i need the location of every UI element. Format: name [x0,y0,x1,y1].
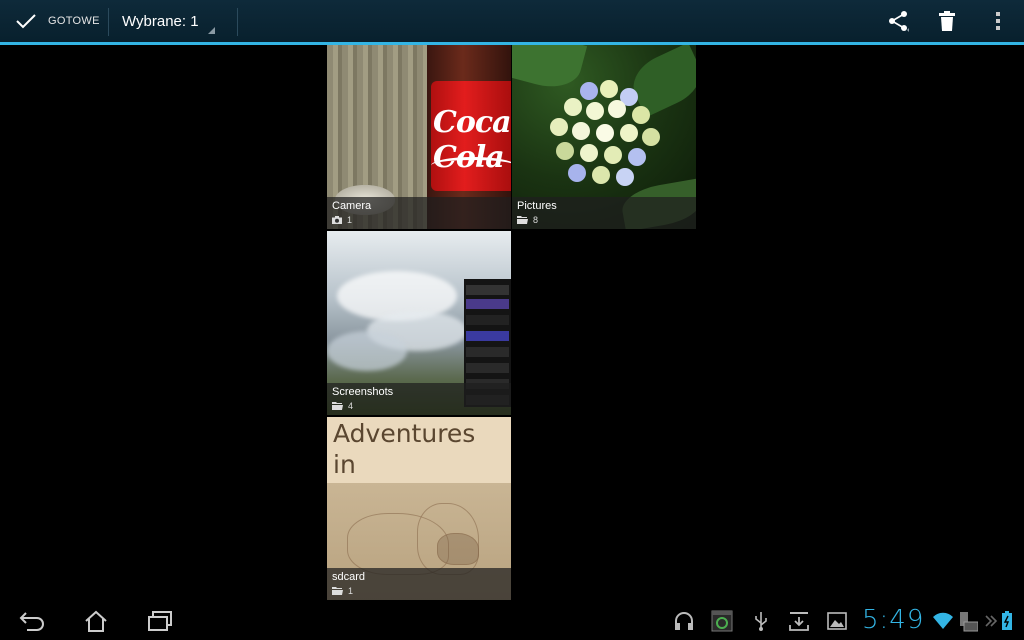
album-meta: 1 [332,586,353,596]
headphones-notification[interactable] [671,608,697,634]
album-meta: 4 [332,401,353,411]
overflow-menu-button[interactable] [976,0,1020,42]
book-title-line1: Adventures [333,419,476,448]
album-tile-camera[interactable]: Coca-Cola Camera 1 [327,45,511,229]
action-bar: GOTOWE Wybrane: 1 [0,0,1024,45]
album-label-bar: Pictures 8 [512,197,696,229]
album-name: Pictures [517,200,557,212]
headphones-icon [675,612,693,630]
done-button[interactable]: GOTOWE [8,0,104,42]
folder-icon [332,402,343,410]
thumbnail-detail [327,331,407,371]
selection-dropdown[interactable]: Wybrane: 1 [110,0,222,42]
share-icon [889,11,909,32]
recent-apps-icon [148,611,172,631]
dropdown-arrow-icon [208,27,215,34]
bottle-logo-text: Coca-Cola [433,105,511,175]
album-count: 1 [348,586,354,596]
album-label-bar: Camera 1 [327,197,511,229]
gallery-notification[interactable] [824,608,850,634]
screenshot-app-notification[interactable] [709,608,735,634]
check-icon [16,14,36,29]
usb-notification[interactable] [748,608,774,634]
album-name: Screenshots [332,386,394,398]
folder-icon [517,216,528,224]
system-bar: 5:49 [0,600,1024,640]
selection-title: Wybrane: 1 [122,13,199,30]
album-count: 8 [533,215,539,225]
action-bar-divider [108,8,109,36]
share-button[interactable] [876,0,920,42]
album-count: 1 [347,215,353,225]
album-meta: 1 [332,215,352,225]
battery-status [994,608,1020,634]
overflow-menu-icon [996,12,1000,30]
album-tile-sdcard[interactable]: Adventures in Wonderland sdcard 1 [327,417,511,600]
keyboard-icon [960,612,978,632]
back-button[interactable] [12,604,52,638]
download-icon [789,612,809,631]
wifi-status [930,608,956,634]
album-tile-pictures[interactable]: Pictures 8 [512,45,696,229]
album-count: 4 [348,401,354,411]
album-label-bar: Screenshots 4 [327,383,511,415]
battery-icon [1002,611,1012,630]
album-label-bar: sdcard 1 [327,568,511,600]
flower-cluster [542,80,672,200]
usb-icon [755,612,767,631]
trash-icon [939,11,955,31]
album-tile-screenshots[interactable]: Screenshots 4 [327,231,511,415]
done-label: GOTOWE [48,15,100,27]
album-name: Camera [332,200,372,212]
back-icon [19,612,44,631]
album-meta: 8 [517,215,538,225]
action-bar-divider [237,8,238,36]
home-icon [85,610,107,632]
delete-button[interactable] [925,0,969,42]
screenshot-app-icon [711,610,733,632]
recent-apps-button[interactable] [140,604,180,638]
gallery-icon [827,612,847,630]
album-name: sdcard [332,571,366,583]
thumbnail-detail: Adventures in Wonderland [327,417,511,508]
home-button[interactable] [76,604,116,638]
camera-icon [332,216,342,224]
wifi-icon [933,612,953,629]
folder-icon [332,587,343,595]
download-notification[interactable] [786,608,812,634]
clock[interactable]: 5:49 [862,605,924,635]
